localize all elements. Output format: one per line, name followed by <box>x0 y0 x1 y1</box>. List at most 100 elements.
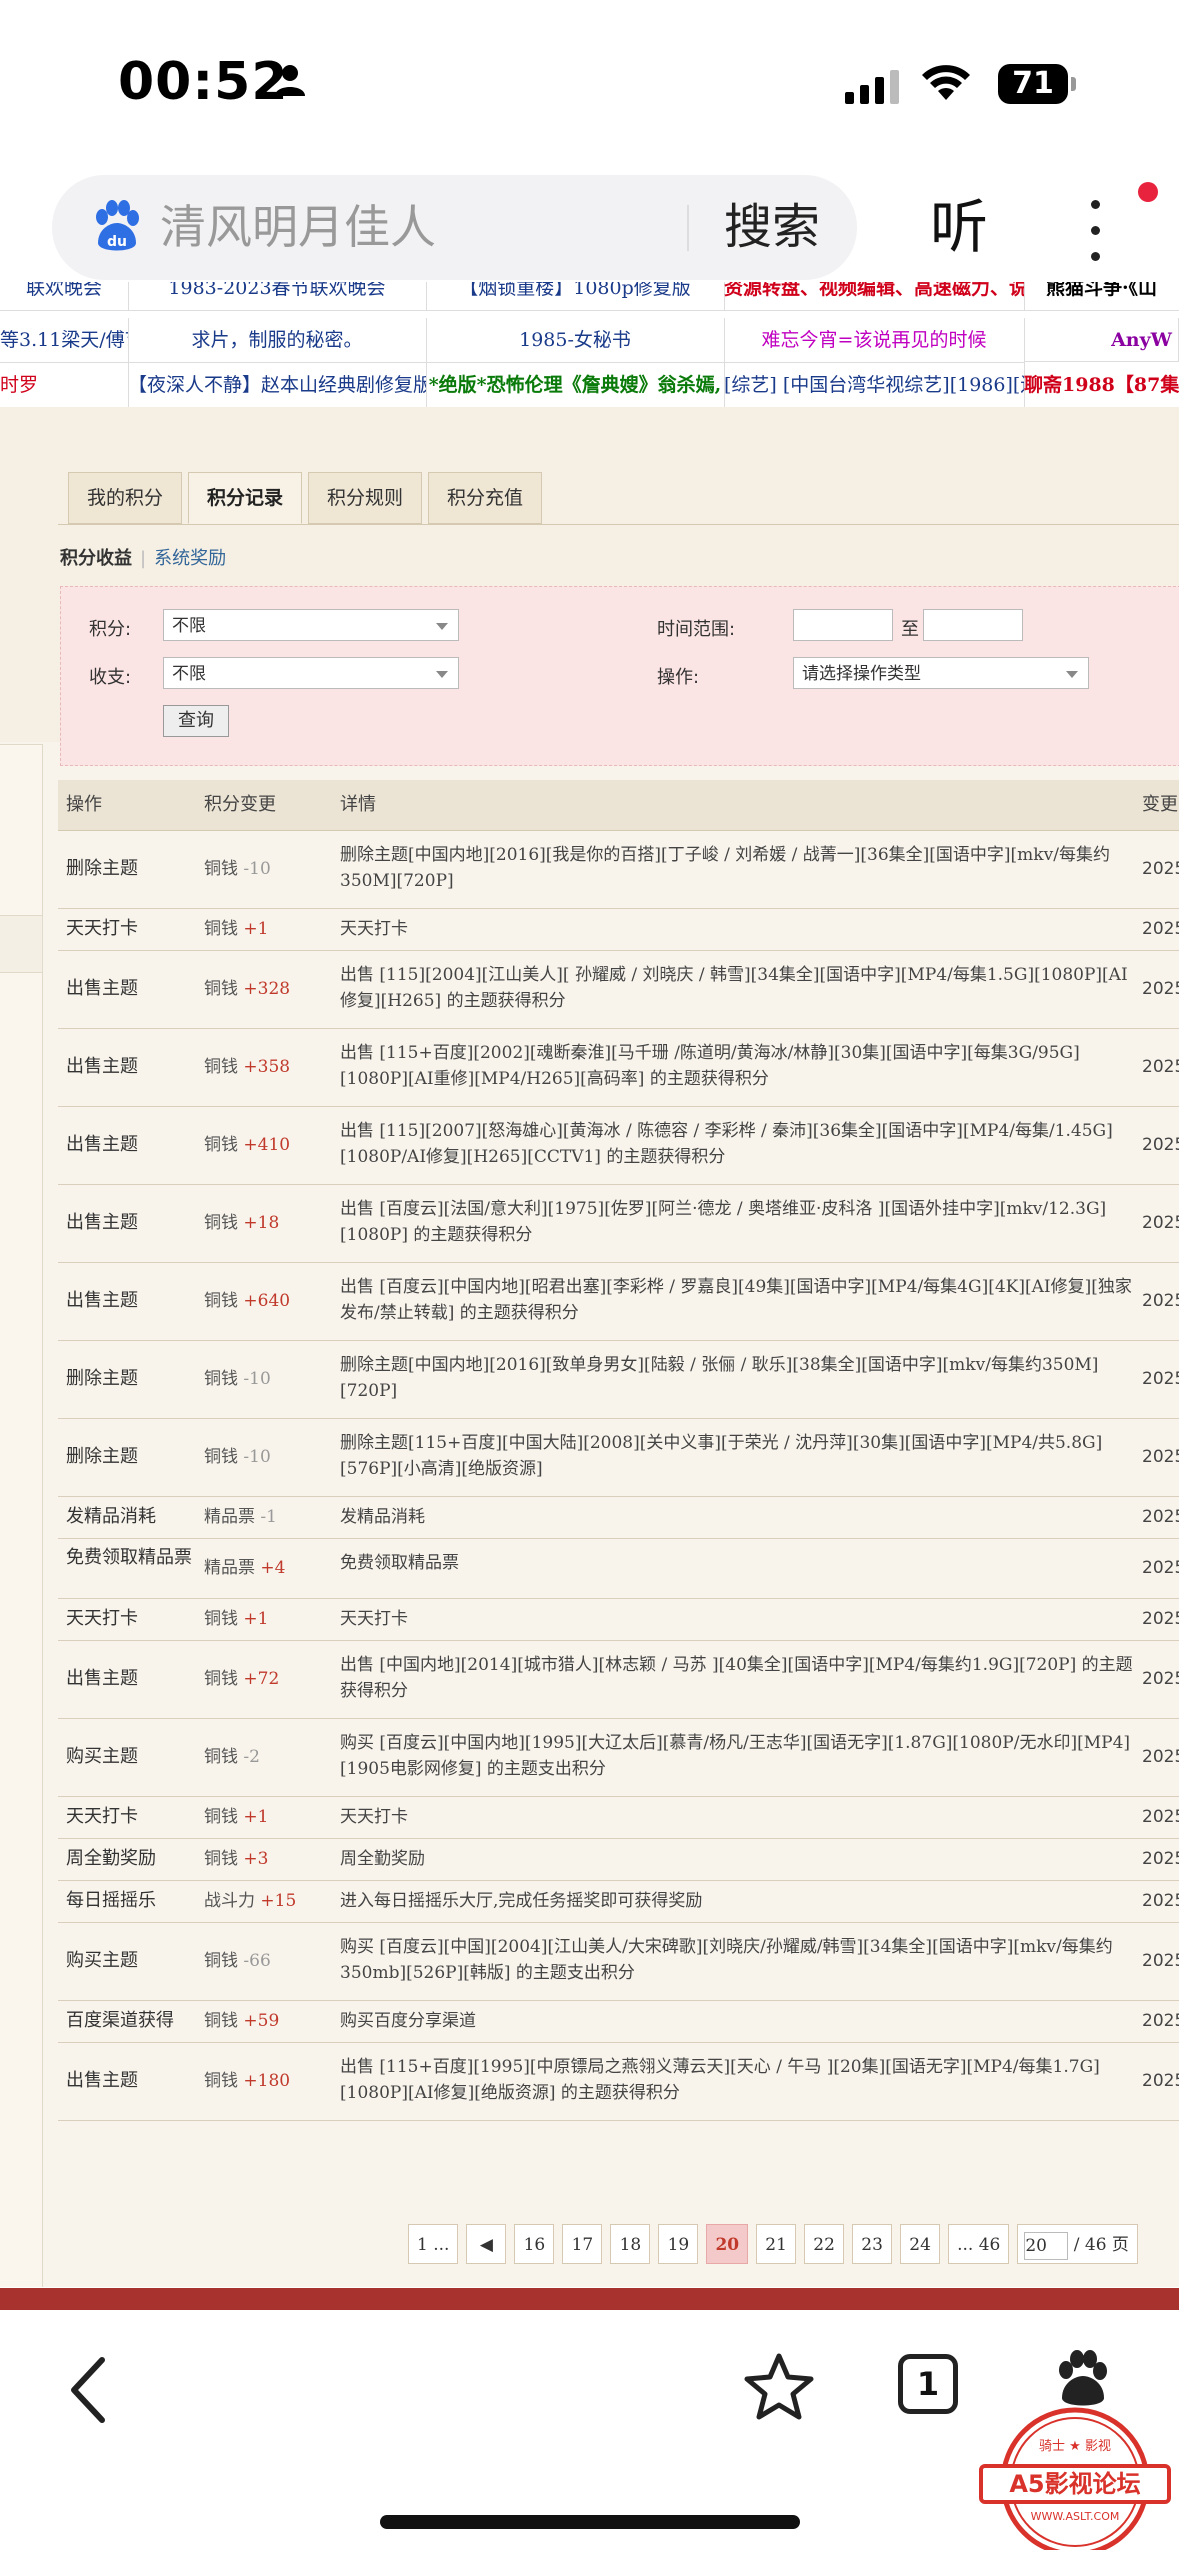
page-link[interactable]: 21 <box>756 2224 797 2264</box>
page-first[interactable]: 1 ... <box>408 2224 459 2264</box>
page-link[interactable]: 24 <box>900 2224 941 2264</box>
marquee-link[interactable]: 1985-女秘书 <box>426 318 725 363</box>
search-button[interactable]: 搜索 <box>724 197 820 257</box>
page-link[interactable]: 19 <box>658 2224 699 2264</box>
row-date: 2025 <box>1142 1369 1179 1389</box>
row-operation: 删除主题 <box>66 1368 138 1389</box>
row-operation: 百度渠道获得 <box>66 2010 174 2031</box>
row-credit-change: 铜钱 +1 <box>204 1805 334 1829</box>
marquee-link[interactable]: 1983-2023春节联欢晚会 <box>128 282 427 311</box>
marquee-link[interactable]: 资源转盘、视频编辑、高速磁力、说 <box>724 282 1025 311</box>
operation-select[interactable]: 请选择操作类型 <box>793 657 1089 689</box>
row-detail: 天天打卡 <box>340 1807 408 1827</box>
credit-delta: +4 <box>260 1558 286 1578</box>
row-operation: 购买主题 <box>66 1746 138 1767</box>
marquee-link[interactable]: *绝版*恐怖伦理《詹典嫂》翁杀嫣, <box>426 363 725 408</box>
page-link[interactable]: 16 <box>514 2224 555 2264</box>
marquee-link[interactable]: 时罗 <box>0 363 129 408</box>
filter-form: 积分: 不限 收支: 不限 查询 时间范围: 至 操作: 请选择操作类型 <box>60 586 1179 766</box>
credit-type: 铜钱 <box>204 1291 238 1311</box>
operation-label: 操作: <box>657 667 700 688</box>
table-row: 删除主题 铜钱 -10 删除主题[115+百度][中国大陆][2008][关中义事]… <box>58 1418 1179 1497</box>
row-detail: 免费领取精品票 <box>340 1553 459 1573</box>
marquee-link[interactable]: AnyW <box>1024 318 1179 362</box>
page-link[interactable]: 22 <box>804 2224 845 2264</box>
marquee-link[interactable]: 【夜深人不静】赵本山经典剧修复版 <box>128 363 427 408</box>
row-detail[interactable]: 购买 [百度云][中国][2004][江山美人/大宋碑歌][刘晓庆/孙耀威/韩雪… <box>340 1934 1140 1986</box>
marquee-link[interactable]: 【烟锁重楼】1080p修复版 <box>426 282 725 311</box>
start-date-input[interactable] <box>793 609 893 641</box>
tab-credit-recharge[interactable]: 积分充值 <box>428 472 543 524</box>
row-operation: 免费领取精品票 <box>66 1547 192 1568</box>
marquee-link[interactable]: 聊斋1988【87集完整 <box>1024 363 1179 408</box>
search-divider <box>687 205 689 251</box>
search-input[interactable]: 清风明月佳人 <box>160 197 436 257</box>
page-footer-bar <box>0 2288 1179 2310</box>
credit-type: 铜钱 <box>204 2011 238 2031</box>
table-row: 出售主题 铜钱 +328 出售 [115][2004][江山美人][ 孙耀威 / 刘… <box>58 950 1179 1029</box>
page-link[interactable]: 17 <box>562 2224 603 2264</box>
pagination: 1 ... ◀ 16 17 18 19 20 21 22 23 24... 46 20 / 46 … <box>408 2224 1138 2268</box>
credit-delta: +1 <box>243 919 269 939</box>
row-credit-change: 铜钱 -10 <box>204 857 334 881</box>
announcement-marquee: 联欢晚会 1983-2023春节联欢晚会 【烟锁重楼】1080p修复版 资源转盘… <box>0 282 1179 408</box>
page-link[interactable]: 23 <box>852 2224 893 2264</box>
row-operation: 出售主题 <box>66 1668 138 1689</box>
tab-my-credits[interactable]: 我的积分 <box>68 472 183 524</box>
row-credit-change: 铜钱 +1 <box>204 917 334 941</box>
signal-icon <box>845 68 899 104</box>
marquee-link[interactable]: 难忘今宵=该说再见的时候 <box>724 318 1025 363</box>
row-detail[interactable]: 出售 [115][2007][怒海雄心][黄海冰 / 陈德容 / 李彩桦 / 秦… <box>340 1118 1140 1170</box>
credit-delta: +72 <box>243 1669 280 1689</box>
time-range-label: 时间范围: <box>657 619 736 640</box>
row-operation: 出售主题 <box>66 1290 138 1311</box>
row-detail[interactable]: 出售 [115+百度][1995][中原镖局之燕翎义薄云天][天心 / 午马 ]… <box>340 2054 1140 2106</box>
row-detail[interactable]: 出售 [中国内地][2014][城市猎人][林志颖 / 马苏 ][40集全][国… <box>340 1652 1140 1704</box>
row-detail[interactable]: 购买百度分享渠道 <box>340 2008 1140 2034</box>
row-credit-change: 铜钱 -66 <box>204 1949 334 1973</box>
marquee-link[interactable]: 熊猫斗争·《山 <box>1024 282 1179 311</box>
marquee-link[interactable]: 等3.11梁天/傅艺 <box>0 318 129 363</box>
page-current[interactable]: 20 <box>706 2224 749 2264</box>
page-jump-input[interactable]: 20 <box>1024 2231 1069 2260</box>
listen-button[interactable]: 听 <box>930 192 988 262</box>
more-menu-icon[interactable] <box>1080 196 1110 266</box>
page-prev-icon[interactable]: ◀ <box>466 2224 507 2264</box>
table-row: 出售主题 铜钱 +72 出售 [中国内地][2014][城市猎人][林志颖 / 马苏… <box>58 1640 1179 1719</box>
row-operation: 天天打卡 <box>66 1806 138 1827</box>
row-detail[interactable]: 出售 [115][2004][江山美人][ 孙耀威 / 刘晓庆 / 韩雪][34… <box>340 962 1140 1014</box>
marquee-link[interactable]: 求片，制服的秘密。 <box>128 318 427 363</box>
sidebar-box <box>0 744 43 916</box>
tab-count-button[interactable]: 1 <box>898 2354 958 2414</box>
table-row: 购买主题 铜钱 -2 购买 [百度云][中国内地][1995][大辽太后][慕青/杨… <box>58 1718 1179 1797</box>
subtab-system-reward[interactable]: 系统奖励 <box>154 548 226 569</box>
table-row: 天天打卡铜钱 +1天天打卡2025 <box>58 1598 1179 1641</box>
row-detail[interactable]: 出售 [百度云][法国/意大利][1975][佐罗][阿兰·德龙 / 奥塔维亚·… <box>340 1196 1140 1248</box>
row-detail[interactable]: 出售 [115+百度][2002][魂断秦淮][马千珊 /陈道明/黄海冰/林静]… <box>340 1040 1140 1092</box>
table-row: 购买主题 铜钱 -66 购买 [百度云][中国][2004][江山美人/大宋碑歌][… <box>58 1922 1179 2001</box>
page-link[interactable]: 18 <box>610 2224 651 2264</box>
row-detail[interactable]: 出售 [百度云][中国内地][昭君出塞][李彩桦 / 罗嘉良][49集][国语中… <box>340 1274 1140 1326</box>
row-operation: 出售主题 <box>66 1056 138 1077</box>
credit-delta: +410 <box>243 1135 291 1155</box>
browser-search-bar[interactable]: du 清风明月佳人 搜索 <box>52 175 857 280</box>
row-detail: 进入每日摇摇乐大厅,完成任务摇奖即可获得奖励 <box>340 1891 703 1911</box>
watermark-title: A5影视论坛 <box>1009 2470 1140 2498</box>
page-last[interactable]: ... 46 <box>948 2224 1010 2264</box>
marquee-link[interactable]: 联欢晚会 <box>0 282 129 311</box>
back-icon[interactable] <box>60 2350 120 2430</box>
credit-delta: -10 <box>243 859 271 879</box>
marquee-link[interactable]: [综艺] [中国台湾华视综艺][1986][连 <box>724 363 1025 408</box>
credit-delta: -1 <box>260 1507 277 1527</box>
bookmark-star-icon[interactable] <box>742 2350 816 2424</box>
query-button[interactable]: 查询 <box>163 705 229 737</box>
subtab-income[interactable]: 积分收益 <box>60 548 132 569</box>
row-credit-change: 铜钱 -2 <box>204 1745 334 1769</box>
tab-credit-records[interactable]: 积分记录 <box>188 472 303 524</box>
tab-credit-rules[interactable]: 积分规则 <box>308 472 423 524</box>
credit-select[interactable]: 不限 <box>163 609 459 641</box>
end-date-input[interactable] <box>923 609 1023 641</box>
table-row: 百度渠道获得铜钱 +59购买百度分享渠道2025 <box>58 2000 1179 2043</box>
direction-select[interactable]: 不限 <box>163 657 459 689</box>
row-detail[interactable]: 购买 [百度云][中国内地][1995][大辽太后][慕青/杨凡/王志华][国语… <box>340 1730 1140 1782</box>
